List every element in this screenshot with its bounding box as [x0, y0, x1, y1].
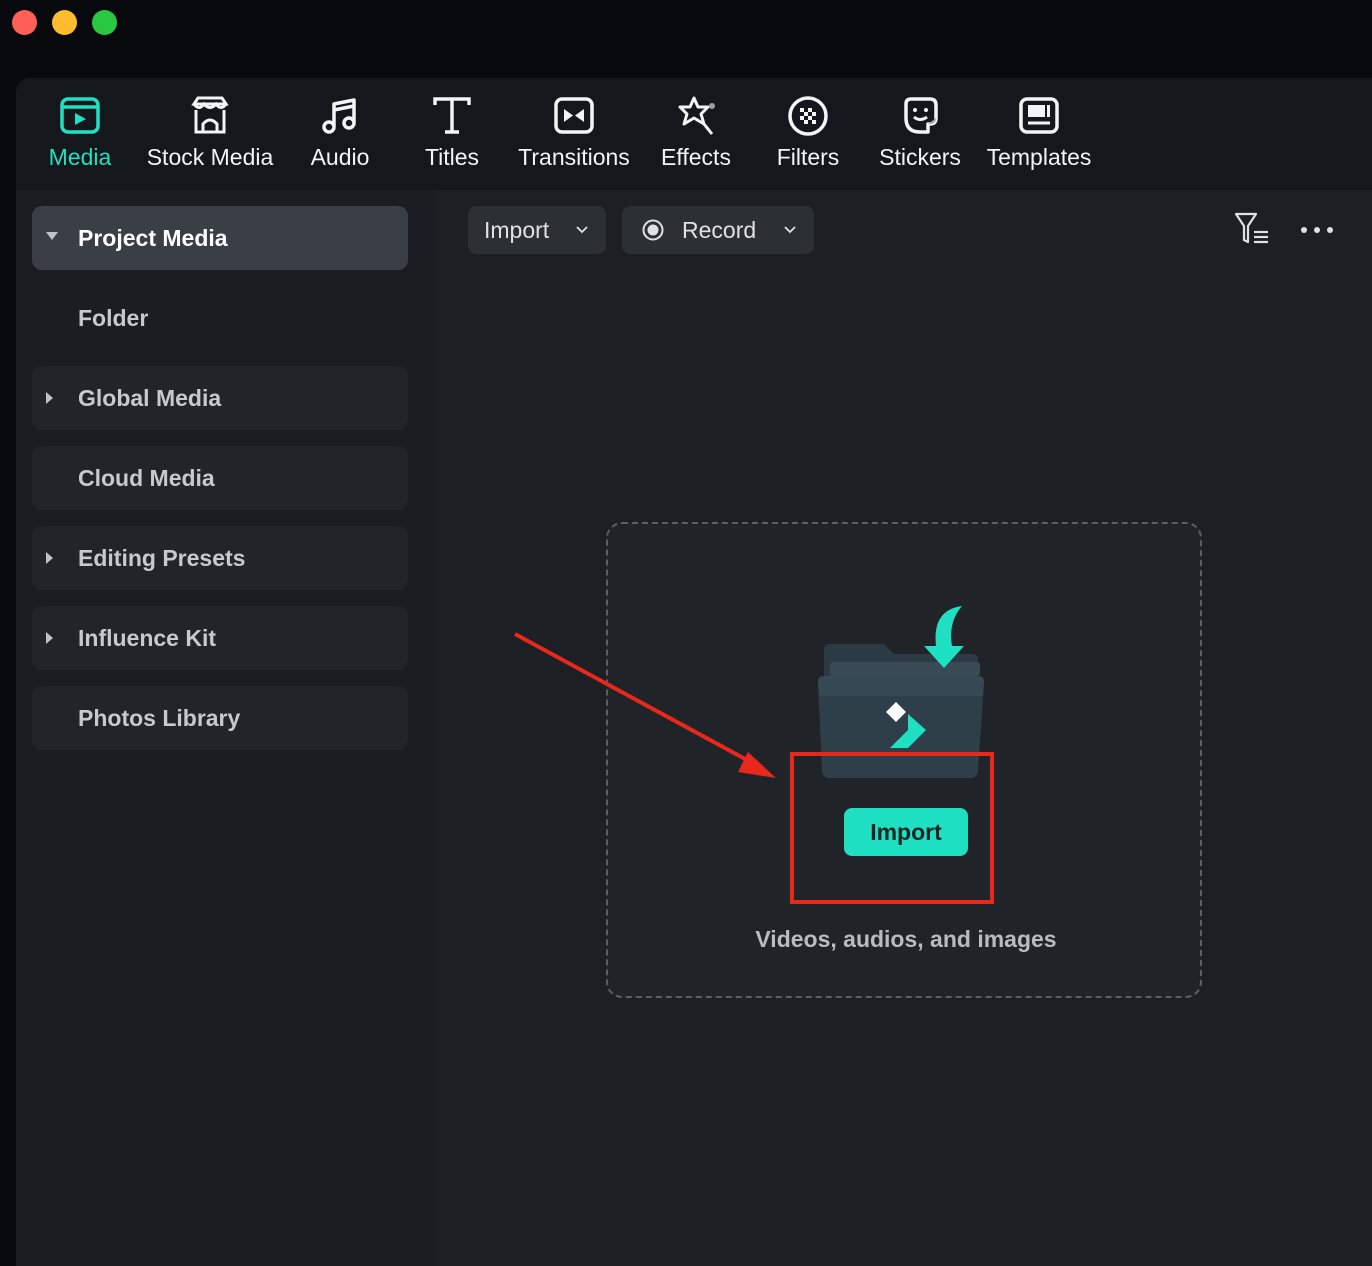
- tab-stickers[interactable]: Stickers: [878, 78, 962, 190]
- tab-label: Stock Media: [146, 144, 274, 170]
- sidebar-item-label: Photos Library: [78, 705, 241, 731]
- tab-effects[interactable]: Effects: [656, 78, 736, 190]
- caret-down-icon[interactable]: [46, 232, 58, 240]
- tab-titles[interactable]: Titles: [412, 78, 492, 190]
- record-dropdown-label: Record: [682, 217, 757, 243]
- sidebar-item-label: Global Media: [78, 385, 222, 411]
- more-horizontal-icon[interactable]: [1296, 210, 1340, 254]
- transitions-icon: [554, 97, 594, 134]
- tab-label: Transitions: [518, 144, 630, 170]
- import-dropdown-label: Import: [484, 217, 550, 243]
- sidebar-item-label: Editing Presets: [78, 545, 246, 571]
- tab-label: Stickers: [879, 144, 961, 170]
- tab-label: Media: [48, 144, 112, 170]
- tab-transitions[interactable]: Transitions: [514, 78, 634, 190]
- text-t-icon: [433, 97, 471, 134]
- record-icon: [642, 219, 664, 241]
- import-hint-text: Videos, audios, and images: [755, 926, 1057, 952]
- sidebar-item-label: Folder: [78, 305, 149, 331]
- media-icon: [60, 97, 100, 134]
- sidebar-item-folder[interactable]: Folder: [32, 286, 408, 350]
- tab-audio[interactable]: Audio: [300, 78, 380, 190]
- tab-label: Effects: [661, 144, 731, 170]
- caret-right-icon[interactable]: [46, 632, 53, 644]
- templates-icon: [1019, 97, 1059, 134]
- minimize-window-button[interactable]: [52, 10, 77, 35]
- sidebar-item-label: Project Media: [78, 225, 228, 251]
- close-window-button[interactable]: [12, 10, 37, 35]
- chevron-down-icon: [576, 226, 588, 234]
- category-toolbar: Media Stock Media Audio Titles Transitio…: [16, 78, 1372, 190]
- record-dropdown[interactable]: Record: [622, 206, 814, 254]
- sidebar-item-label: Cloud Media: [78, 465, 215, 491]
- media-panel-window: Media Stock Media Audio Titles Transitio…: [16, 78, 1372, 1266]
- filter-list-icon[interactable]: [1232, 210, 1276, 254]
- sidebar-item-label: Influence Kit: [78, 625, 217, 651]
- tab-media[interactable]: Media: [40, 78, 120, 190]
- zoom-window-button[interactable]: [92, 10, 117, 35]
- tab-stock-media[interactable]: Stock Media: [140, 78, 280, 190]
- music-note-icon: [322, 98, 356, 134]
- sidebar-item-photos-library[interactable]: Photos Library: [32, 686, 408, 750]
- sidebar-item-influence-kit[interactable]: Influence Kit: [32, 606, 408, 670]
- sidebar-item-project-media[interactable]: Project Media: [32, 206, 408, 270]
- effects-star-icon: [678, 96, 715, 135]
- tab-label: Audio: [310, 144, 370, 170]
- sticker-icon: [904, 97, 938, 134]
- chevron-down-icon: [784, 226, 796, 234]
- caret-right-icon[interactable]: [46, 552, 53, 564]
- tab-templates[interactable]: Templates: [984, 78, 1094, 190]
- sidebar-item-global-media[interactable]: Global Media: [32, 366, 408, 430]
- media-content-area: Import Record Import Videos, audios, and…: [436, 190, 1372, 1266]
- title-bar: [0, 0, 1372, 78]
- media-sidebar: Project Media Folder Global Media Cloud …: [16, 190, 436, 1266]
- tab-label: Titles: [424, 144, 480, 170]
- stock-media-icon: [191, 96, 229, 134]
- sidebar-item-editing-presets[interactable]: Editing Presets: [32, 526, 408, 590]
- tab-label: Filters: [776, 144, 840, 170]
- tab-filters[interactable]: Filters: [768, 78, 848, 190]
- caret-right-icon[interactable]: [46, 392, 53, 404]
- sidebar-item-cloud-media[interactable]: Cloud Media: [32, 446, 408, 510]
- annotation-highlight-box: [790, 752, 994, 904]
- tab-label: Templates: [986, 144, 1092, 170]
- import-dropdown[interactable]: Import: [468, 206, 606, 254]
- filters-icon: [788, 96, 828, 136]
